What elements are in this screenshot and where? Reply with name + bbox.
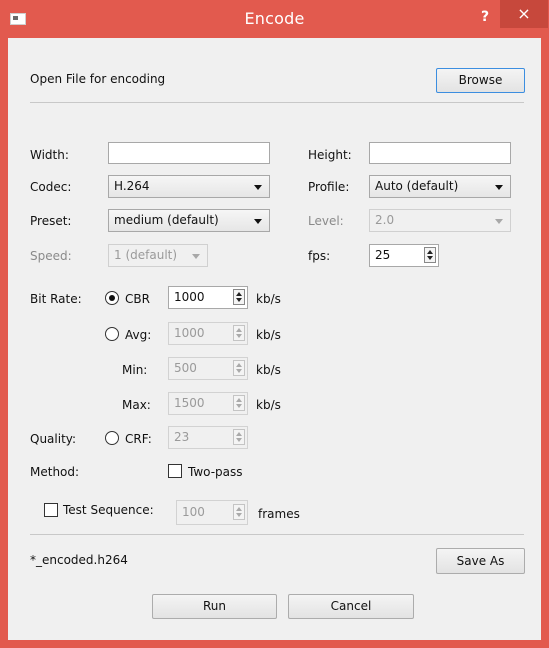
method-label: Method: — [30, 465, 80, 479]
min-value: 500 — [174, 361, 197, 375]
cbr-unit: kb/s — [256, 292, 281, 306]
test-sequence-label[interactable]: Test Sequence: — [63, 503, 154, 517]
fps-value: 25 — [375, 248, 391, 262]
preset-label: Preset: — [30, 214, 72, 228]
chevron-down-icon — [192, 254, 200, 259]
crf-value: 23 — [174, 430, 190, 444]
min-spinbox: 500 — [168, 357, 248, 380]
crf-spinbox: 23 — [168, 426, 248, 449]
chevron-down-icon — [495, 219, 503, 224]
codec-label: Codec: — [30, 180, 72, 194]
min-label: Min: — [122, 363, 148, 377]
profile-select[interactable]: Auto (default) — [369, 175, 511, 198]
max-value: 1500 — [174, 396, 205, 410]
preset-value: medium (default) — [114, 213, 219, 227]
bit-rate-label: Bit Rate: — [30, 292, 82, 306]
test-frames-spinbox: 100 — [176, 500, 248, 525]
fps-spinbox[interactable]: 25 — [369, 244, 439, 267]
run-button[interactable]: Run — [152, 594, 277, 619]
spin-arrows-icon — [233, 504, 245, 520]
spin-arrows-icon — [233, 429, 245, 445]
avg-value: 1000 — [174, 326, 205, 340]
open-file-label: Open File for encoding — [30, 72, 166, 86]
min-unit: kb/s — [256, 363, 281, 377]
profile-label: Profile: — [308, 180, 350, 194]
level-value: 2.0 — [375, 213, 395, 227]
window-title: Encode — [244, 9, 305, 28]
codec-value: H.264 — [114, 179, 150, 193]
two-pass-checkbox[interactable] — [168, 464, 182, 478]
avg-unit: kb/s — [256, 328, 281, 342]
test-sequence-checkbox[interactable] — [44, 503, 58, 517]
close-button[interactable]: × — [500, 0, 548, 28]
spin-arrows-icon — [233, 325, 245, 341]
quality-label: Quality: — [30, 432, 77, 446]
test-frames-value: 100 — [182, 505, 205, 519]
chevron-down-icon — [254, 185, 262, 190]
width-label: Width: — [30, 148, 69, 162]
level-label: Level: — [308, 214, 344, 228]
title-bar[interactable]: Encode ? × — [0, 0, 549, 38]
browse-button[interactable]: Browse — [436, 68, 525, 93]
height-input[interactable] — [369, 142, 511, 164]
max-label: Max: — [122, 398, 151, 412]
encode-window: Encode ? × Open File for encoding Browse… — [0, 0, 549, 648]
preset-select[interactable]: medium (default) — [108, 209, 270, 232]
max-spinbox: 1500 — [168, 392, 248, 415]
profile-value: Auto (default) — [375, 179, 459, 193]
spin-arrows-icon[interactable] — [424, 247, 436, 263]
codec-select[interactable]: H.264 — [108, 175, 270, 198]
speed-value: 1 (default) — [114, 248, 178, 262]
dialog-body: Open File for encoding Browse Width: Hei… — [8, 38, 541, 640]
speed-label: Speed: — [30, 249, 72, 263]
cbr-spinbox[interactable]: 1000 — [168, 286, 248, 309]
help-button[interactable]: ? — [475, 6, 495, 28]
output-filename: *_encoded.h264 — [30, 553, 128, 567]
chevron-down-icon — [254, 219, 262, 224]
speed-select: 1 (default) — [108, 244, 208, 267]
save-as-button[interactable]: Save As — [436, 548, 525, 574]
avg-label[interactable]: Avg: — [125, 328, 151, 342]
spin-arrows-icon[interactable] — [233, 289, 245, 305]
avg-spinbox: 1000 — [168, 322, 248, 345]
cancel-button[interactable]: Cancel — [288, 594, 414, 619]
avg-radio[interactable] — [105, 327, 119, 341]
chevron-down-icon — [495, 185, 503, 190]
height-label: Height: — [308, 148, 352, 162]
cbr-radio[interactable] — [105, 291, 119, 305]
separator-bottom — [30, 534, 524, 535]
crf-radio[interactable] — [105, 431, 119, 445]
frames-label: frames — [258, 507, 300, 521]
max-unit: kb/s — [256, 398, 281, 412]
separator-top — [30, 102, 524, 103]
two-pass-label[interactable]: Two-pass — [188, 465, 243, 479]
width-input[interactable] — [108, 142, 270, 164]
crf-label[interactable]: CRF: — [125, 432, 152, 446]
fps-label: fps: — [308, 249, 331, 263]
level-select: 2.0 — [369, 209, 511, 232]
cbr-value: 1000 — [174, 290, 205, 304]
cbr-label[interactable]: CBR — [125, 292, 150, 306]
spin-arrows-icon — [233, 360, 245, 376]
spin-arrows-icon — [233, 395, 245, 411]
